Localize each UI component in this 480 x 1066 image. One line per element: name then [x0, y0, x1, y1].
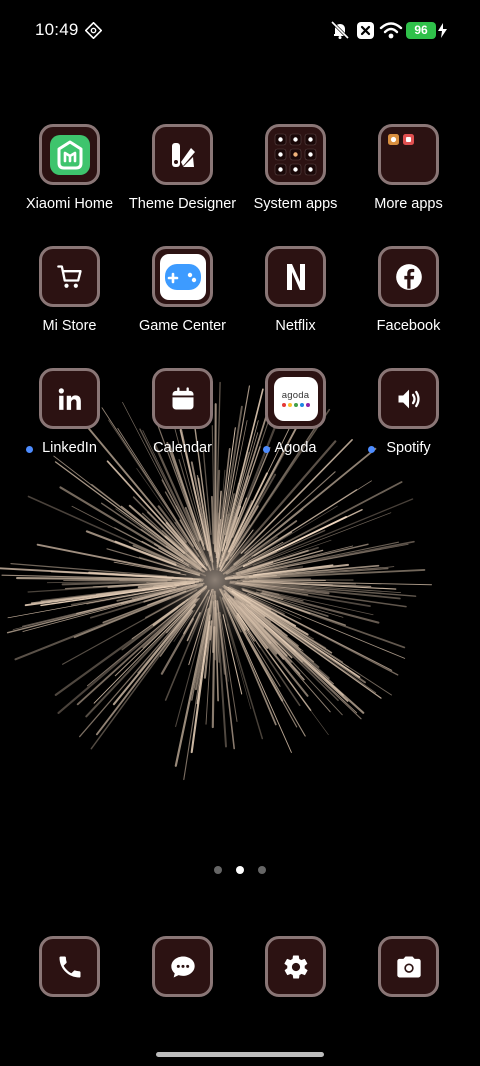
app-calendar[interactable]: Calendar [126, 368, 239, 468]
app-agoda[interactable]: agoda Agoda [239, 368, 352, 468]
app-label: Calendar [153, 440, 212, 456]
folder-icon [265, 124, 326, 185]
charging-bolt-icon [438, 23, 447, 38]
app-facebook[interactable]: Facebook [352, 246, 465, 346]
page-dot [258, 866, 266, 874]
gamepad-icon [152, 246, 213, 307]
new-install-dot [25, 446, 33, 453]
dock-settings-button[interactable] [265, 936, 326, 997]
app-spotify[interactable]: Spotify [352, 368, 465, 468]
agoda-icon: agoda [265, 368, 326, 429]
cart-icon [39, 246, 100, 307]
app-label: Spotify [386, 440, 431, 456]
app-xiaomi-home[interactable]: Xiaomi Home [13, 124, 126, 224]
settings-gear-icon [283, 954, 308, 979]
page-indicator[interactable] [214, 866, 266, 876]
settings-diamond-icon [85, 22, 102, 39]
calendar-icon [152, 368, 213, 429]
app-label: System apps [253, 196, 338, 212]
app-label: Theme Designer [128, 196, 237, 212]
app-more-apps[interactable]: More apps [352, 124, 465, 224]
app-system-apps[interactable]: System apps [239, 124, 352, 224]
new-install-dot [263, 446, 270, 453]
close-box-icon [357, 22, 374, 39]
status-time: 10:49 [35, 20, 79, 39]
camera-icon [396, 956, 421, 977]
linkedin-icon [39, 368, 100, 429]
battery-indicator: 96 [406, 22, 436, 39]
app-label: Xiaomi Home [25, 196, 114, 212]
app-label: Agoda [274, 440, 317, 456]
app-netflix[interactable]: Netflix [239, 246, 352, 346]
facebook-icon [378, 246, 439, 307]
app-label: Mi Store [42, 318, 97, 334]
dock-messages-button[interactable] [152, 936, 213, 997]
app-mi-store[interactable]: Mi Store [13, 246, 126, 346]
app-linkedin[interactable]: LinkedIn [13, 368, 126, 468]
page-dot [214, 866, 222, 874]
folder-preview [274, 133, 316, 175]
page-dot-current [236, 866, 244, 874]
home-gesture-bar[interactable] [156, 1052, 324, 1057]
dock-camera-button[interactable] [378, 936, 439, 997]
dock-phone-button[interactable] [39, 936, 100, 997]
phone-icon [59, 956, 80, 977]
folder-preview [387, 133, 414, 145]
app-label: Facebook [376, 318, 441, 334]
app-theme-designer[interactable]: Theme Designer [126, 124, 239, 224]
xiaomi-home-icon [39, 124, 100, 185]
app-label: Game Center [138, 318, 227, 334]
app-label: Netflix [275, 318, 316, 334]
messages-icon [170, 956, 195, 977]
agoda-logo: agoda [273, 376, 318, 421]
folder-icon [378, 124, 439, 185]
app-label: LinkedIn [42, 440, 97, 456]
app-game-center[interactable]: Game Center [126, 246, 239, 346]
netflix-icon [265, 246, 326, 307]
silent-bell-icon [330, 20, 350, 40]
speaker-icon [378, 368, 439, 429]
wifi-icon [379, 22, 403, 39]
app-label: More apps [374, 196, 443, 212]
status-bar: 10:49 96 [0, 0, 480, 62]
theme-designer-icon [152, 124, 213, 185]
